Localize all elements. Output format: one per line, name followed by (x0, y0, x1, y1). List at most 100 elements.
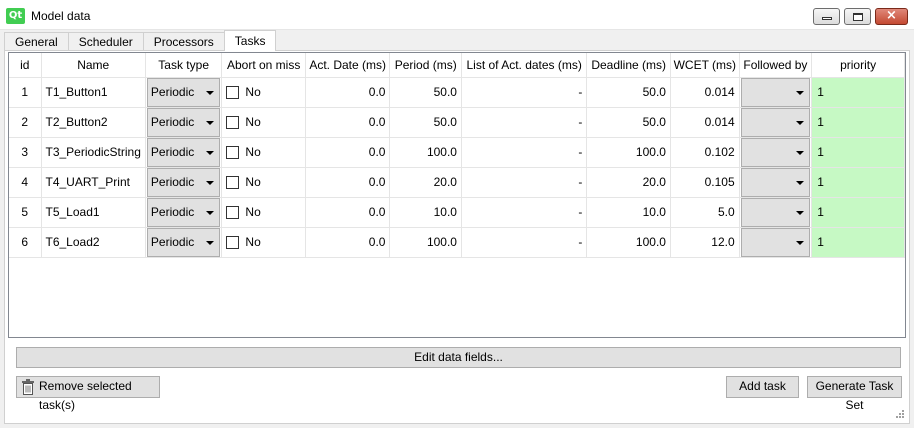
name-cell[interactable]: T3_PeriodicString (41, 137, 146, 168)
followed-by-dropdown[interactable] (740, 77, 811, 106)
column-header[interactable]: List of Act. dates (ms) (461, 53, 588, 78)
id-cell[interactable]: 6 (9, 227, 42, 258)
table-row[interactable]: 2 T2_Button2 Periodic No 0.0 50.0-50.0 0.014 1 (9, 107, 905, 138)
tab-general[interactable]: General (4, 32, 69, 51)
abort-cell[interactable]: No (221, 197, 306, 228)
followed-by-dropdown[interactable] (740, 137, 811, 166)
name-cell[interactable]: T5_Load1 (41, 197, 146, 228)
table-row[interactable]: 5 T5_Load1 Periodic No 0.0 10.0-10.0 5.0 1 (9, 197, 905, 228)
checkbox-icon[interactable] (226, 145, 240, 159)
deadline-cell[interactable]: 10.0 (586, 197, 671, 228)
deadline-cell[interactable]: 20.0 (586, 167, 671, 198)
priority-cell[interactable]: 1 (811, 197, 905, 228)
id-cell[interactable]: 2 (9, 107, 42, 138)
period-cell[interactable]: 100.0 (389, 137, 462, 168)
act-date-cell[interactable]: 0.0 (305, 167, 391, 198)
act-dates-cell[interactable]: - (461, 137, 588, 168)
priority-cell[interactable]: 1 (811, 167, 905, 198)
abort-cell[interactable]: No (221, 107, 306, 138)
period-cell[interactable]: 20.0 (389, 167, 462, 198)
minimize-button[interactable] (813, 8, 840, 25)
act-dates-cell[interactable]: - (461, 227, 588, 258)
table-row[interactable]: 3 T3_PeriodicString Periodic No 0.0 100.0-100… (9, 137, 905, 168)
task-type-cell[interactable]: Periodic (145, 107, 223, 138)
followed-by-cell[interactable] (739, 107, 813, 138)
column-header[interactable]: Abort on miss (221, 53, 306, 78)
generate-task-set-button[interactable]: Generate Task Set (807, 376, 902, 412)
followed-by-dropdown[interactable] (740, 197, 811, 226)
add-task-button[interactable]: Add task (726, 376, 799, 398)
priority-cell[interactable]: 1 (811, 77, 905, 108)
tab-tasks[interactable]: Tasks (223, 30, 277, 51)
followed-by-dropdown[interactable] (740, 167, 811, 196)
id-cell[interactable]: 5 (9, 197, 42, 228)
column-header[interactable]: Name (41, 53, 146, 78)
checkbox-icon[interactable] (226, 235, 240, 249)
priority-cell[interactable]: 1 (811, 137, 905, 168)
followed-by-dropdown[interactable] (740, 227, 811, 256)
priority-cell[interactable]: 1 (811, 107, 905, 138)
act-dates-cell[interactable]: - (461, 167, 588, 198)
resize-grip-icon[interactable] (895, 409, 905, 419)
checkbox-icon[interactable] (226, 205, 240, 219)
act-date-cell[interactable]: 0.0 (305, 197, 391, 228)
column-header[interactable]: Task type (145, 53, 223, 78)
followed-by-dropdown[interactable] (740, 107, 811, 136)
tab-scheduler[interactable]: Scheduler (67, 32, 144, 51)
id-cell[interactable]: 3 (9, 137, 42, 168)
checkbox-icon[interactable] (226, 85, 240, 99)
act-date-cell[interactable]: 0.0 (305, 227, 391, 258)
followed-by-cell[interactable] (739, 137, 813, 168)
task-type-dropdown[interactable]: Periodic (146, 107, 221, 136)
column-header[interactable]: Act. Date (ms) (305, 53, 391, 78)
act-dates-cell[interactable]: - (461, 77, 588, 108)
checkbox-icon[interactable] (226, 175, 240, 189)
task-type-cell[interactable]: Periodic (145, 77, 223, 108)
followed-by-cell[interactable] (739, 77, 813, 108)
column-header[interactable]: id (9, 53, 42, 78)
period-cell[interactable]: 100.0 (389, 227, 462, 258)
task-type-dropdown[interactable]: Periodic (146, 197, 221, 226)
task-type-dropdown[interactable]: Periodic (146, 137, 221, 166)
column-header[interactable]: Period (ms) (389, 53, 462, 78)
period-cell[interactable]: 10.0 (389, 197, 462, 228)
abort-cell[interactable]: No (221, 227, 306, 258)
wcet-cell[interactable]: 5.0 (670, 197, 740, 228)
abort-cell[interactable]: No (221, 167, 306, 198)
deadline-cell[interactable]: 50.0 (586, 77, 671, 108)
column-header[interactable]: priority (811, 53, 905, 78)
maximize-button[interactable] (844, 8, 871, 25)
edit-data-fields-button[interactable]: Edit data fields... (16, 347, 901, 368)
act-dates-cell[interactable]: - (461, 107, 588, 138)
task-type-cell[interactable]: Periodic (145, 227, 223, 258)
table-row[interactable]: 6 T6_Load2 Periodic No 0.0 100.0-100.0 12.0 1 (9, 227, 905, 258)
tab-processors[interactable]: Processors (142, 32, 225, 51)
name-cell[interactable]: T1_Button1 (41, 77, 146, 108)
period-cell[interactable]: 50.0 (389, 77, 462, 108)
id-cell[interactable]: 1 (9, 77, 42, 108)
followed-by-cell[interactable] (739, 167, 813, 198)
name-cell[interactable]: T6_Load2 (41, 227, 146, 258)
remove-selected-tasks-button[interactable]: Remove selected task(s) (16, 376, 160, 412)
abort-cell[interactable]: No (221, 137, 306, 168)
followed-by-cell[interactable] (739, 197, 813, 228)
deadline-cell[interactable]: 100.0 (586, 227, 671, 258)
act-date-cell[interactable]: 0.0 (305, 137, 391, 168)
wcet-cell[interactable]: 0.014 (670, 107, 740, 138)
priority-cell[interactable]: 1 (811, 227, 905, 258)
task-type-dropdown[interactable]: Periodic (146, 227, 221, 256)
table-row[interactable]: 4 T4_UART_Print Periodic No 0.0 20.0-20.0 0.10… (9, 167, 905, 198)
column-header[interactable]: WCET (ms) (670, 53, 740, 78)
wcet-cell[interactable]: 0.102 (670, 137, 740, 168)
period-cell[interactable]: 50.0 (389, 107, 462, 138)
task-type-cell[interactable]: Periodic (145, 167, 223, 198)
abort-cell[interactable]: No (221, 77, 306, 108)
column-header[interactable]: Followed by (739, 53, 813, 78)
task-type-dropdown[interactable]: Periodic (146, 167, 221, 196)
act-date-cell[interactable]: 0.0 (305, 107, 391, 138)
deadline-cell[interactable]: 100.0 (586, 137, 671, 168)
wcet-cell[interactable]: 12.0 (670, 227, 740, 258)
close-button[interactable]: × (875, 8, 908, 25)
wcet-cell[interactable]: 0.105 (670, 167, 740, 198)
deadline-cell[interactable]: 50.0 (586, 107, 671, 138)
